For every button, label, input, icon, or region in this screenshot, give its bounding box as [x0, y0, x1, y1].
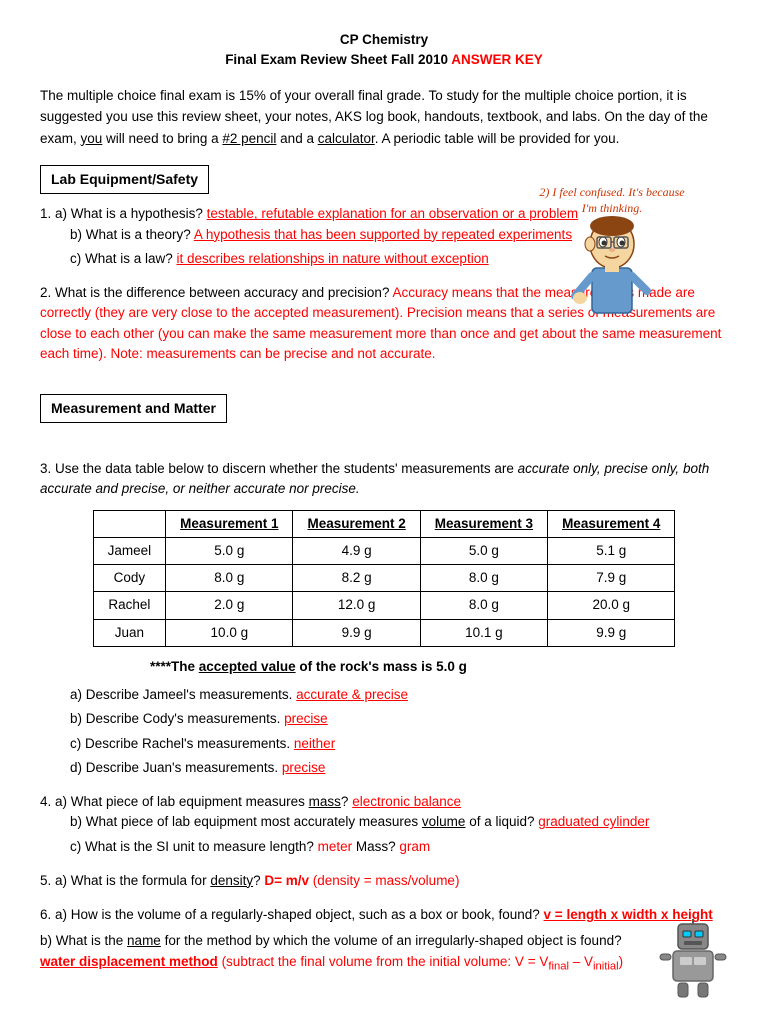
table-cell-rachel-name: Rachel: [93, 592, 166, 619]
cartoon-thinking-text: 2) I feel confused. It's because I'm thi…: [532, 185, 692, 216]
q3a: a) Describe Jameel's measurements. accur…: [70, 685, 728, 705]
title-line2: Final Exam Review Sheet Fall 2010 ANSWER…: [40, 50, 728, 70]
q3b: b) Describe Cody's measurements. precise: [70, 709, 728, 729]
q4a-answer: electronic balance: [352, 794, 461, 809]
table-cell-rachel-m1: 2.0 g: [166, 592, 293, 619]
title-line1: CP Chemistry: [40, 30, 728, 50]
accepted-value-note: ****The accepted value of the rock's mas…: [150, 657, 728, 677]
question-3: 3. Use the data table below to discern w…: [40, 459, 728, 778]
robot-svg: [658, 919, 728, 999]
table-cell-jameel-m2: 4.9 g: [293, 537, 420, 564]
q4b: b) What piece of lab equipment most accu…: [70, 812, 728, 832]
table-cell-rachel-m4: 20.0 g: [548, 592, 675, 619]
q3a-answer: accurate & precise: [296, 687, 408, 702]
accepted-value-underline: accepted value: [199, 659, 296, 674]
section2-label: Measurement and Matter: [40, 394, 227, 423]
q3c-answer: neither: [294, 736, 335, 751]
question-4: 4. a) What piece of lab equipment measur…: [40, 792, 728, 857]
question-5: 5. a) What is the formula for density? D…: [40, 871, 728, 891]
intro-paragraph: The multiple choice final exam is 15% of…: [40, 85, 728, 150]
q4a-underline: mass: [309, 794, 341, 809]
section2-box: Measurement and Matter: [40, 394, 728, 433]
table-header-m1: Measurement 1: [166, 510, 293, 537]
answer-key-label: ANSWER KEY: [451, 52, 543, 67]
cartoon-figure: [557, 216, 667, 346]
q6b-name-underline: name: [127, 933, 161, 948]
table-row-cody: Cody 8.0 g 8.2 g 8.0 g 7.9 g: [93, 565, 675, 592]
q4b-underline: volume: [422, 814, 466, 829]
q6b-method-sub: (subtract the final volume from the init…: [222, 954, 624, 969]
q5a-formula: D= m/v: [264, 873, 309, 888]
section1-label: Lab Equipment/Safety: [40, 165, 209, 194]
table-cell-juan-m2: 9.9 g: [293, 619, 420, 646]
q4c-gram: gram: [399, 839, 430, 854]
table-header-m4: Measurement 4: [548, 510, 675, 537]
cartoon-area: 2) I feel confused. It's because I'm thi…: [532, 185, 692, 352]
table-cell-juan-m4: 9.9 g: [548, 619, 675, 646]
intro-you: you: [81, 131, 103, 146]
measurement-table: Measurement 1 Measurement 2 Measurement …: [93, 510, 676, 647]
table-cell-juan-name: Juan: [93, 619, 166, 646]
q1a-answer: testable, refutable explanation for an o…: [207, 206, 578, 221]
table-cell-cody-m4: 7.9 g: [548, 565, 675, 592]
q4c-meter: meter: [318, 839, 353, 854]
table-cell-jameel-m4: 5.1 g: [548, 537, 675, 564]
q5a-formula-sub: (density = mass/volume): [309, 873, 459, 888]
q3-intro: 3. Use the data table below to discern w…: [40, 459, 728, 500]
table-cell-rachel-m2: 12.0 g: [293, 592, 420, 619]
table-header-m3: Measurement 3: [420, 510, 547, 537]
table-cell-jameel-m3: 5.0 g: [420, 537, 547, 564]
q1c-answer: it describes relationships in nature wit…: [177, 251, 489, 266]
q5a-density-underline: density: [210, 873, 253, 888]
table-cell-juan-m1: 10.0 g: [166, 619, 293, 646]
robot-figure: [658, 919, 728, 1005]
table-cell-jameel-m1: 5.0 g: [166, 537, 293, 564]
intro-calculator: calculator: [318, 131, 375, 146]
q6a: 6. a) How is the volume of a regularly-s…: [40, 905, 728, 925]
table-cell-jameel-name: Jameel: [93, 537, 166, 564]
table-header-m2: Measurement 2: [293, 510, 420, 537]
q6b-method-answer: water displacement method: [40, 954, 218, 969]
table-row-juan: Juan 10.0 g 9.9 g 10.1 g 9.9 g: [93, 619, 675, 646]
q3b-answer: precise: [284, 711, 328, 726]
table-cell-cody-m2: 8.2 g: [293, 565, 420, 592]
table-cell-cody-name: Cody: [93, 565, 166, 592]
table-row-jameel: Jameel 5.0 g 4.9 g 5.0 g 5.1 g: [93, 537, 675, 564]
q5a: 5. a) What is the formula for density? D…: [40, 871, 728, 891]
q4a: 4. a) What piece of lab equipment measur…: [40, 792, 728, 812]
q3d-answer: precise: [282, 760, 326, 775]
intro-pencil: #2 pencil: [222, 131, 276, 146]
table-row-rachel: Rachel 2.0 g 12.0 g 8.0 g 20.0 g: [93, 592, 675, 619]
table-header-name: [93, 510, 166, 537]
table-cell-juan-m3: 10.1 g: [420, 619, 547, 646]
q6b: b) What is the name for the method by wh…: [40, 931, 728, 975]
title-subtitle: Final Exam Review Sheet Fall 2010: [225, 52, 451, 67]
q3c: c) Describe Rachel's measurements. neith…: [70, 734, 728, 754]
q4c: c) What is the SI unit to measure length…: [70, 837, 728, 857]
q4b-answer: graduated cylinder: [538, 814, 649, 829]
q3d: d) Describe Juan's measurements. precise: [70, 758, 728, 778]
table-cell-cody-m1: 8.0 g: [166, 565, 293, 592]
table-cell-rachel-m3: 8.0 g: [420, 592, 547, 619]
question-6: 6. a) How is the volume of a regularly-s…: [40, 905, 728, 975]
table-cell-cody-m3: 8.0 g: [420, 565, 547, 592]
q1b-answer: A hypothesis that has been supported by …: [194, 227, 572, 242]
